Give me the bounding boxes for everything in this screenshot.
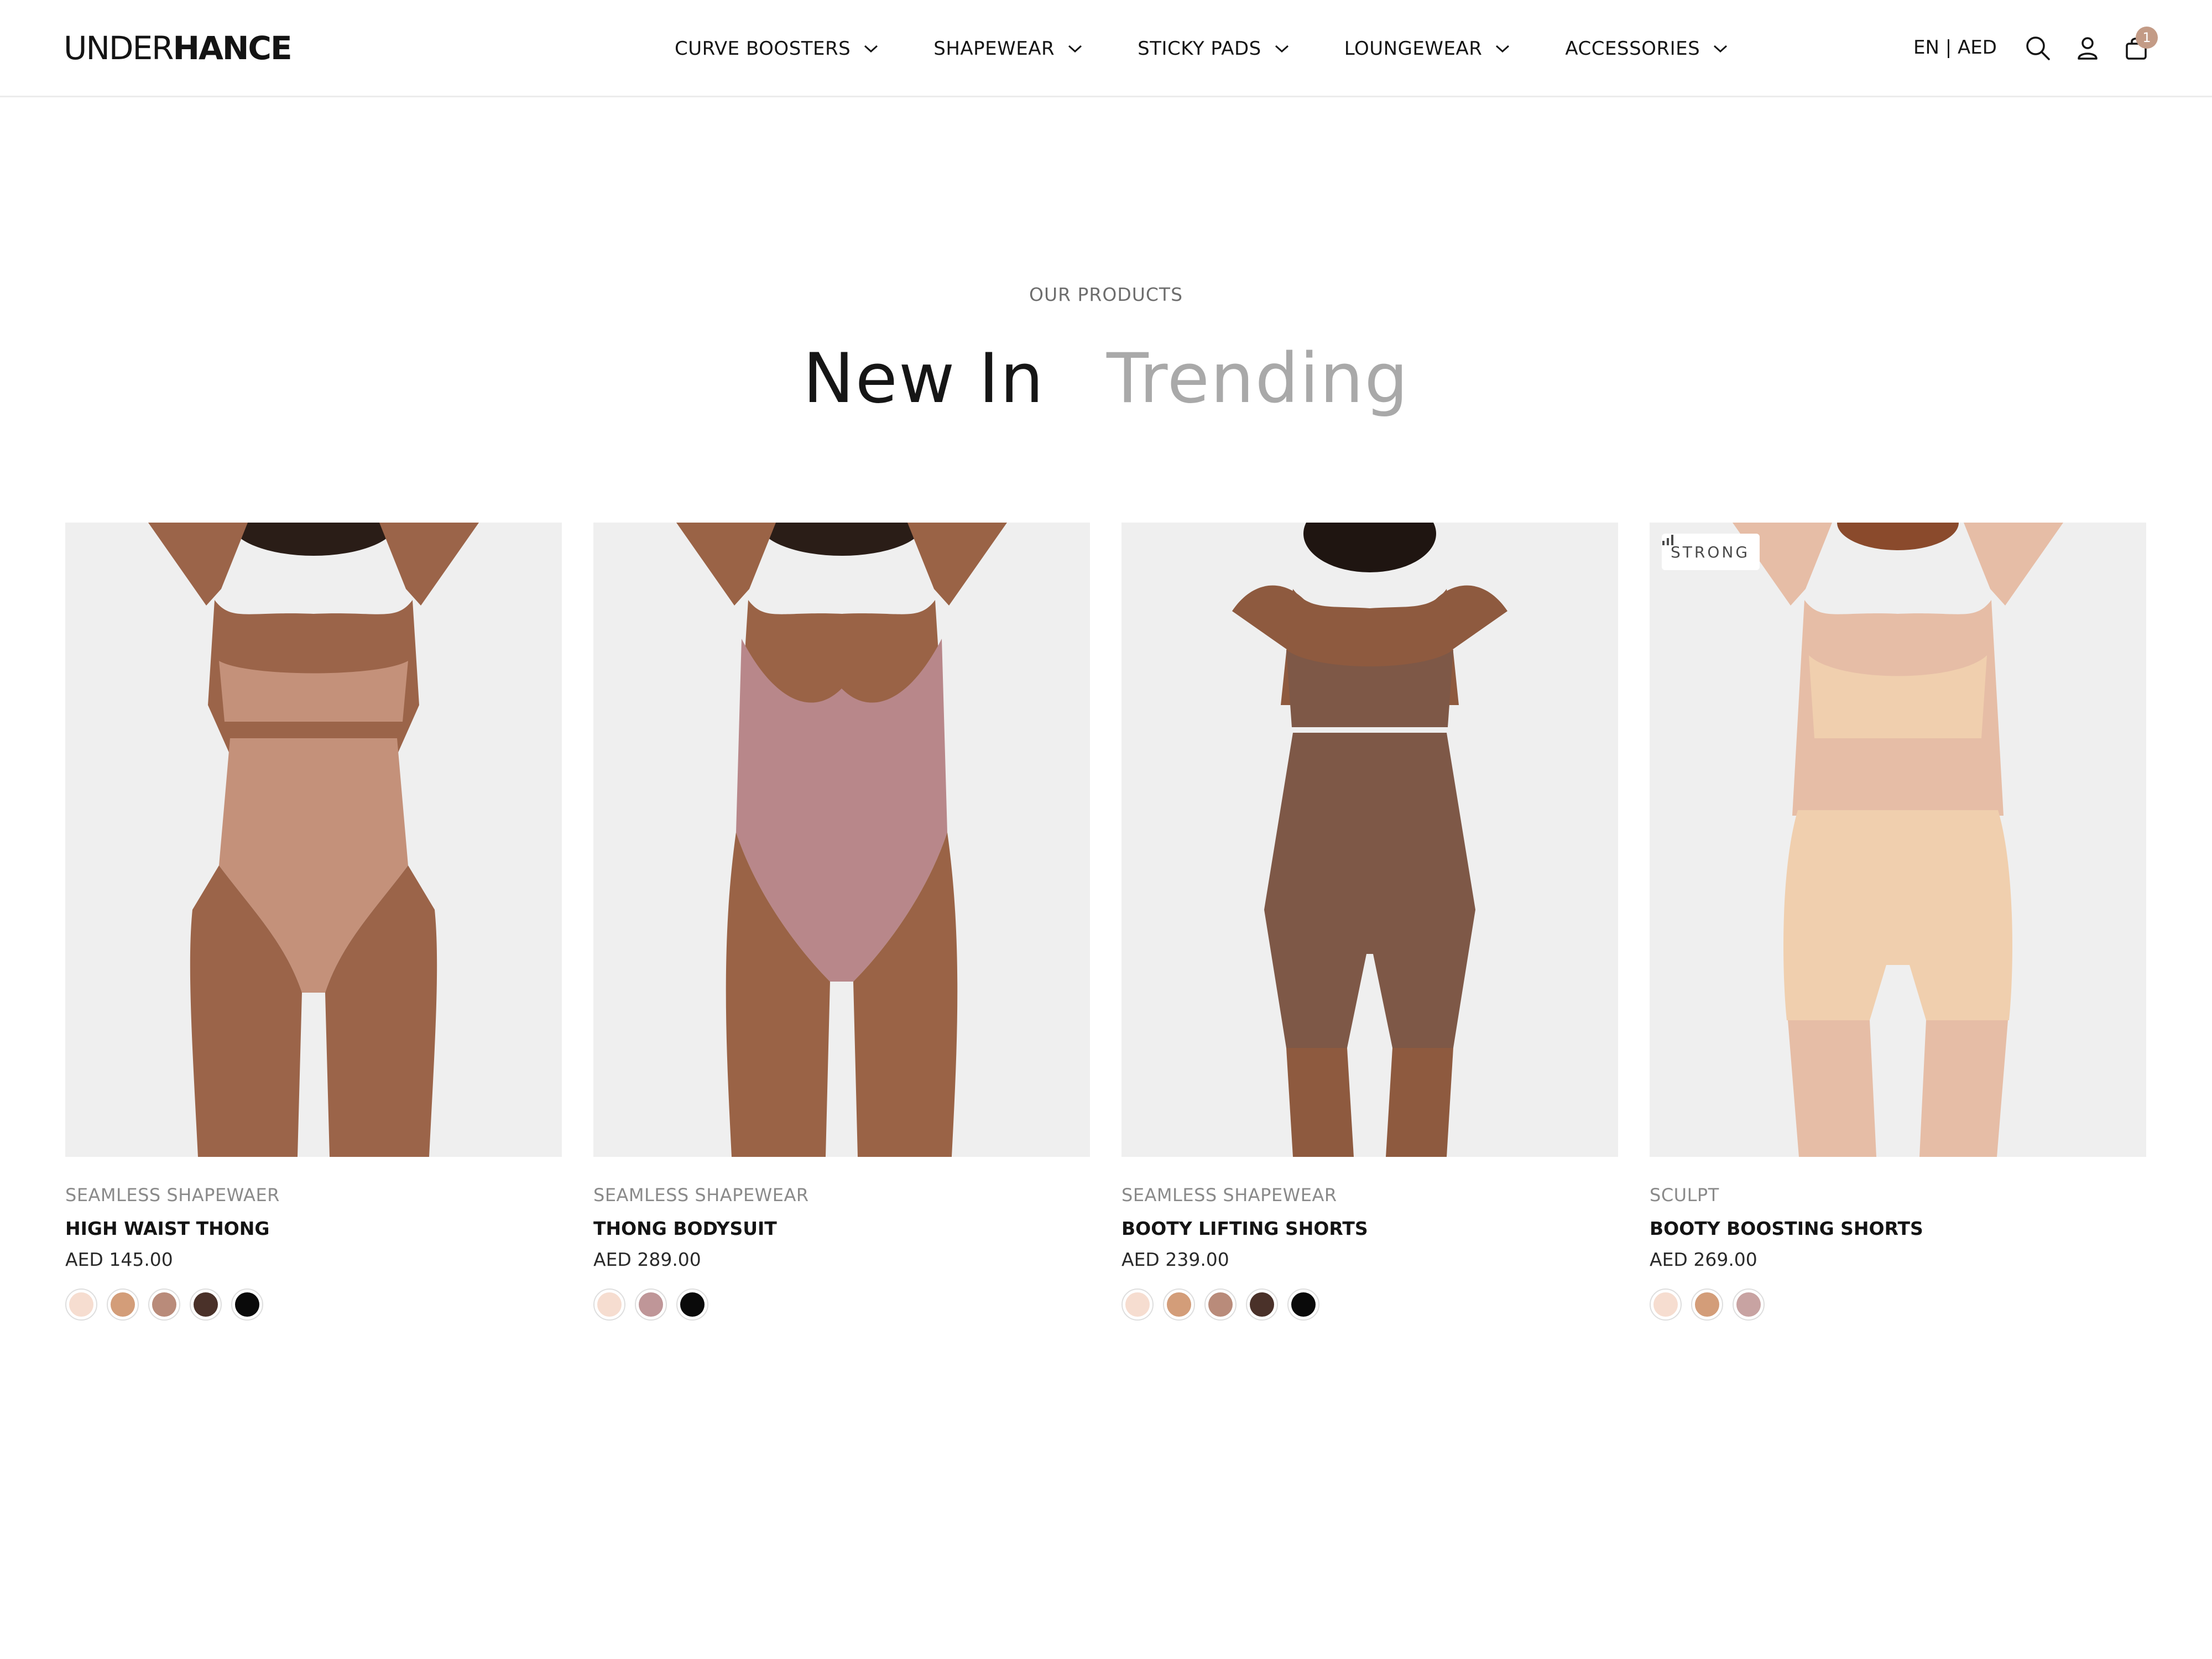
swatch-color <box>1653 1292 1678 1317</box>
nav-item-sticky-pads[interactable]: STICKY PADS <box>1138 38 1290 60</box>
nav-item-shapewear[interactable]: SHAPEWEAR <box>933 38 1083 60</box>
swatch-color <box>1736 1292 1761 1317</box>
product-name[interactable]: THONG BODYSUIT <box>593 1218 777 1239</box>
color-swatch[interactable] <box>190 1288 222 1321</box>
color-swatch[interactable] <box>593 1288 625 1321</box>
main-nav: CURVE BOOSTERS SHAPEWEAR STICKY PADS LOU… <box>675 32 1729 65</box>
swatch-color <box>152 1292 176 1317</box>
product-model-figure <box>1232 523 1507 1157</box>
color-swatches <box>1121 1288 1329 1321</box>
color-swatch[interactable] <box>148 1288 180 1321</box>
tab-trending[interactable]: Trending <box>1107 337 1409 420</box>
swatch-color <box>1208 1292 1233 1317</box>
product-image[interactable]: STRONG <box>1650 523 2146 1157</box>
color-swatch[interactable] <box>1246 1288 1278 1321</box>
account-icon[interactable] <box>2074 34 2101 62</box>
nav-item-curve-boosters[interactable]: CURVE BOOSTERS <box>675 38 879 60</box>
color-swatch[interactable] <box>1163 1288 1195 1321</box>
color-swatch[interactable] <box>676 1288 708 1321</box>
product-image[interactable] <box>1121 523 1618 1157</box>
color-swatch[interactable] <box>1733 1288 1765 1321</box>
product-model-figure <box>676 523 1007 1157</box>
chevron-down-icon <box>1496 45 1510 53</box>
site-header: UNDERHANCE CURVE BOOSTERS SHAPEWEAR STIC… <box>0 0 2212 97</box>
product-name[interactable]: BOOTY BOOSTING SHORTS <box>1650 1218 1923 1239</box>
swatch-color <box>194 1292 218 1317</box>
product-price: AED 239.00 <box>1121 1249 1229 1270</box>
nav-item-loungewear[interactable]: LOUNGEWEAR <box>1344 38 1511 60</box>
logo-bold-text: HANCE <box>173 29 292 67</box>
product-category: SEAMLESS SHAPEWEAR <box>593 1185 809 1206</box>
swatch-color <box>1167 1292 1191 1317</box>
tab-new-in[interactable]: New In <box>803 337 1045 420</box>
swatch-color <box>597 1292 622 1317</box>
chevron-down-icon <box>1068 45 1082 53</box>
product-price: AED 289.00 <box>593 1249 701 1270</box>
logo-light-text: UNDER <box>64 29 174 67</box>
nav-item-label: SHAPEWEAR <box>933 38 1055 60</box>
chevron-down-icon <box>1275 45 1288 53</box>
color-swatch[interactable] <box>1650 1288 1682 1321</box>
search-icon[interactable] <box>2024 34 2052 62</box>
color-swatches <box>1650 1288 1774 1321</box>
strength-badge: STRONG <box>1662 534 1760 570</box>
nav-item-label: LOUNGEWEAR <box>1344 38 1483 60</box>
color-swatch[interactable] <box>1204 1288 1237 1321</box>
product-image[interactable] <box>593 523 1090 1157</box>
swatch-color <box>235 1292 259 1317</box>
color-swatch[interactable] <box>1691 1288 1723 1321</box>
color-swatches <box>65 1288 273 1321</box>
product-name[interactable]: BOOTY LIFTING SHORTS <box>1121 1218 1368 1239</box>
badge-label: STRONG <box>1671 542 1750 561</box>
swatch-color <box>1125 1292 1150 1317</box>
chevron-down-icon <box>1714 45 1728 53</box>
color-swatch[interactable] <box>635 1288 667 1321</box>
product-image[interactable] <box>65 523 562 1157</box>
product-name[interactable]: HIGH WAIST THONG <box>65 1218 269 1239</box>
color-swatch[interactable] <box>1121 1288 1154 1321</box>
section-eyebrow: OUR PRODUCTS <box>1029 284 1183 305</box>
swatch-color <box>680 1292 705 1317</box>
product-tabs: New In Trending <box>0 337 2212 420</box>
product-category: SCULPT <box>1650 1185 1719 1206</box>
product-category: SEAMLESS SHAPEWAER <box>65 1185 280 1206</box>
product-price: AED 269.00 <box>1650 1249 1757 1270</box>
color-swatch[interactable] <box>65 1288 97 1321</box>
nav-item-label: ACCESSORIES <box>1565 38 1700 60</box>
brand-logo[interactable]: UNDERHANCE <box>64 29 293 67</box>
color-swatch[interactable] <box>231 1288 263 1321</box>
swatch-color <box>639 1292 663 1317</box>
chevron-down-icon <box>864 45 878 53</box>
color-swatches <box>593 1288 718 1321</box>
nav-item-accessories[interactable]: ACCESSORIES <box>1565 38 1729 60</box>
product-category: SEAMLESS SHAPEWEAR <box>1121 1185 1337 1206</box>
swatch-color <box>111 1292 135 1317</box>
swatch-color <box>1291 1292 1316 1317</box>
color-swatch[interactable] <box>1287 1288 1319 1321</box>
nav-item-label: CURVE BOOSTERS <box>675 38 851 60</box>
color-swatch[interactable] <box>107 1288 139 1321</box>
product-model-figure <box>148 523 479 1157</box>
product-model-figure <box>1733 523 2063 1157</box>
swatch-color <box>1695 1292 1719 1317</box>
locale-selector[interactable]: EN | AED <box>1913 36 1997 59</box>
swatch-color <box>1250 1292 1274 1317</box>
cart-count-badge: 1 <box>2136 27 2158 49</box>
signal-bars-icon <box>1662 535 1673 545</box>
nav-item-label: STICKY PADS <box>1138 38 1261 60</box>
product-price: AED 145.00 <box>65 1249 173 1270</box>
swatch-color <box>69 1292 93 1317</box>
